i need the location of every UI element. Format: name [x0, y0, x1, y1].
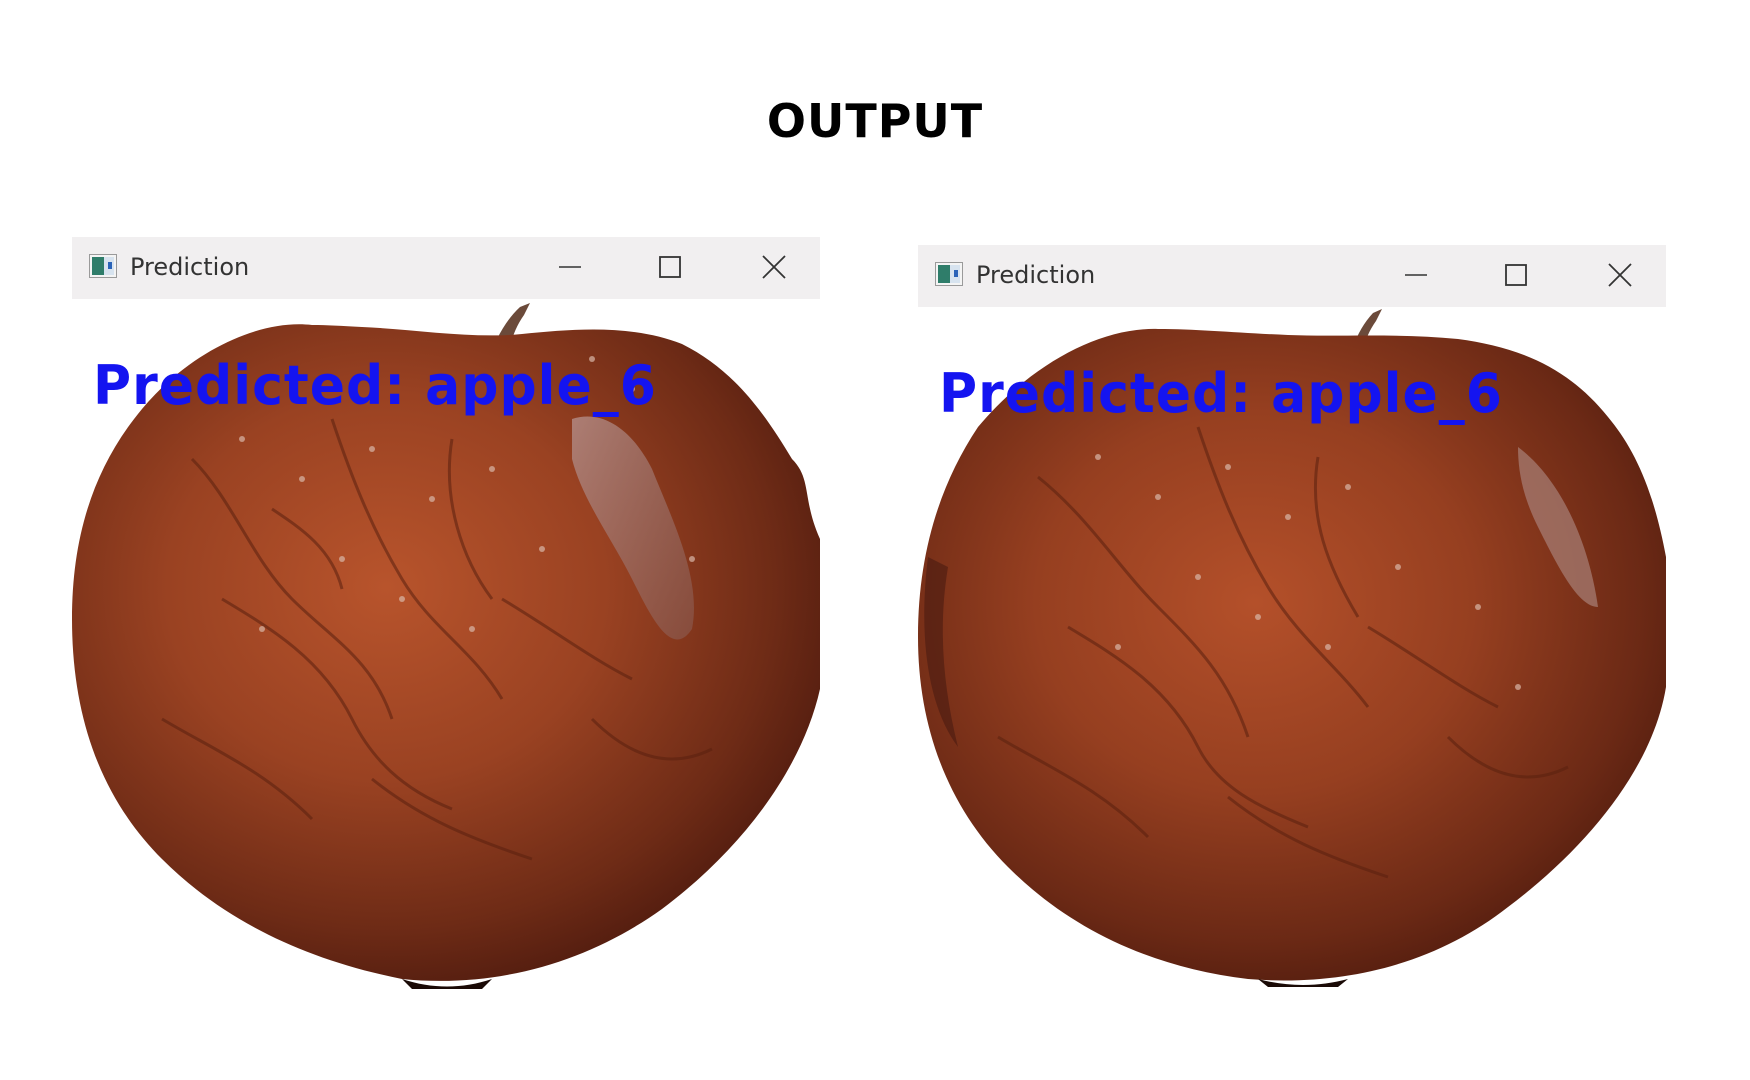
close-icon[interactable] [1600, 257, 1640, 293]
maximize-icon[interactable] [650, 249, 690, 285]
image-canvas: Predicted: apple_6 [918, 307, 1666, 987]
minimize-icon[interactable] [550, 249, 590, 285]
page: OUTPUT Prediction Predicted: apple_6 Pre… [0, 0, 1750, 1080]
close-icon[interactable] [754, 249, 794, 285]
image-canvas: Predicted: apple_6 [72, 299, 820, 989]
prediction-label: Predicted: apple_6 [93, 354, 657, 418]
window-titlebar[interactable]: Prediction [72, 237, 820, 300]
app-icon [89, 254, 117, 278]
window-title: Prediction [130, 253, 250, 281]
prediction-window-right[interactable]: Prediction Predicted: apple_6 [918, 245, 1666, 987]
page-title: OUTPUT [766, 94, 984, 148]
window-titlebar[interactable]: Prediction [918, 245, 1666, 308]
minimize-icon[interactable] [1396, 257, 1436, 293]
maximize-icon[interactable] [1496, 257, 1536, 293]
app-icon [935, 262, 963, 286]
window-title: Prediction [976, 261, 1096, 289]
prediction-window-left[interactable]: Prediction Predicted: apple_6 [72, 237, 820, 989]
prediction-label: Predicted: apple_6 [939, 362, 1503, 426]
